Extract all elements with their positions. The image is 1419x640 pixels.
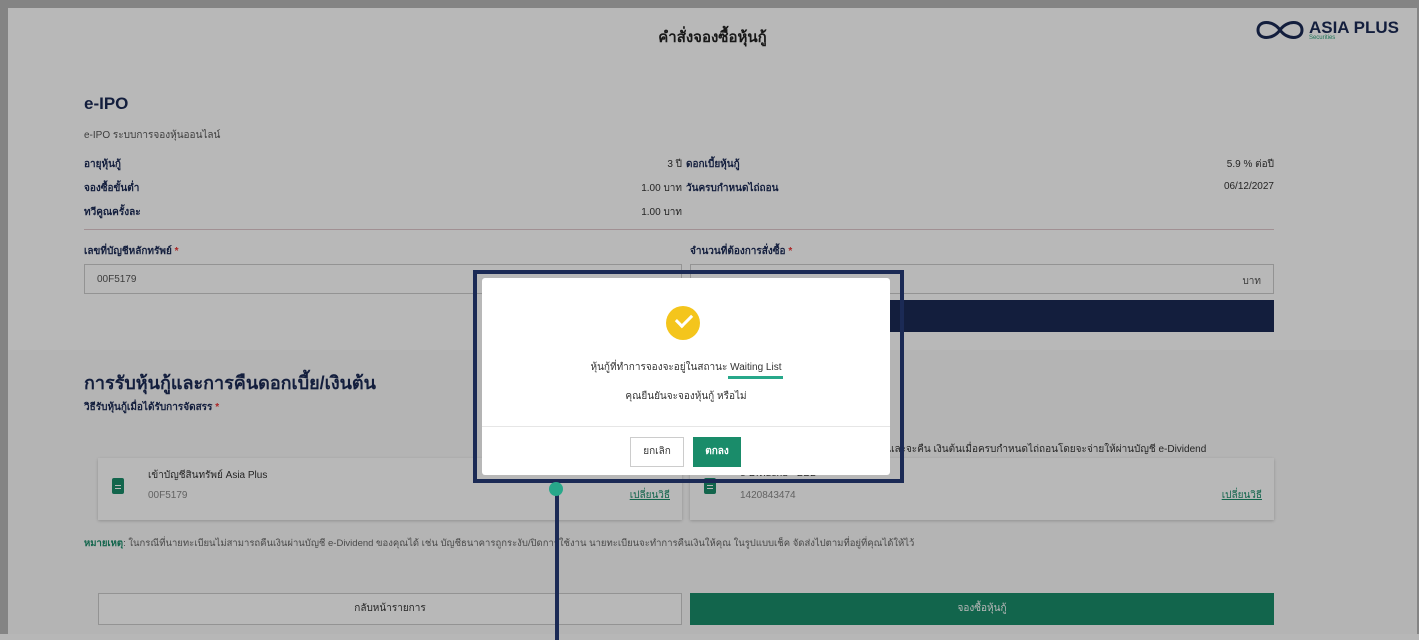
ok-button[interactable]: ตกลง xyxy=(693,437,741,467)
callout-line xyxy=(555,490,559,640)
callout-dot xyxy=(549,482,563,496)
dialog-message: หุ้นกู้ที่ทำการจองจะอยู่ในสถานะ Waiting … xyxy=(590,362,784,379)
dialog-confirm-text: คุณยืนยันจะจองหุ้นกู้ หรือไม่ xyxy=(625,391,747,402)
cancel-button[interactable]: ยกเลิก xyxy=(630,437,684,467)
status-text: Waiting List xyxy=(728,362,784,379)
dialog-divider xyxy=(482,426,890,427)
confirm-dialog: หุ้นกู้ที่ทำการจองจะอยู่ในสถานะ Waiting … xyxy=(482,278,890,475)
check-icon xyxy=(666,306,700,340)
